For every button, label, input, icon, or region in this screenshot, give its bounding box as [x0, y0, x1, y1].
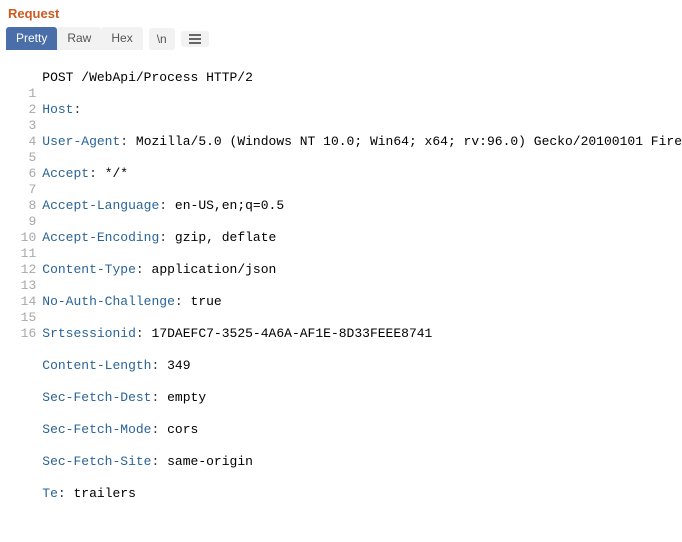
- header-key: Srtsessionid: [42, 326, 136, 341]
- header-value: gzip, deflate: [175, 230, 276, 245]
- header-key: Accept-Language: [42, 198, 159, 213]
- header-value: 349: [167, 358, 190, 373]
- hamburger-icon[interactable]: [181, 31, 209, 47]
- header-value: cors: [167, 422, 198, 437]
- header-value: true: [191, 294, 222, 309]
- code-content[interactable]: POST /WebApi/Process HTTP/2 Host: User-A…: [42, 54, 682, 542]
- header-key: Sec-Fetch-Dest: [42, 390, 151, 405]
- header-key: Sec-Fetch-Site: [42, 454, 151, 469]
- tab-group: Pretty Raw Hex: [6, 27, 143, 50]
- header-key: Host: [42, 102, 73, 117]
- header-value: empty: [167, 390, 206, 405]
- header-key: Content-Type: [42, 262, 136, 277]
- header-key: Accept-Encoding: [42, 230, 159, 245]
- header-value: en-US,en;q=0.5: [175, 198, 284, 213]
- header-key: Te: [42, 486, 58, 501]
- header-value: 17DAEFC7-3525-4A6A-AF1E-8D33FEEE8741: [152, 326, 433, 341]
- newline-toggle-button[interactable]: \n: [149, 28, 175, 50]
- header-value: application/json: [152, 262, 277, 277]
- header-value: Mozilla/5.0 (Windows NT 10.0; Win64; x64…: [136, 134, 682, 149]
- tab-raw[interactable]: Raw: [57, 27, 101, 50]
- header-key: Sec-Fetch-Mode: [42, 422, 151, 437]
- header-key: No-Auth-Challenge: [42, 294, 175, 309]
- header-key: User-Agent: [42, 134, 120, 149]
- view-toolbar: Pretty Raw Hex \n: [6, 27, 682, 52]
- header-key: Content-Length: [42, 358, 151, 373]
- tab-pretty[interactable]: Pretty: [6, 27, 57, 50]
- header-value: trailers: [74, 486, 136, 501]
- header-value: */*: [105, 166, 128, 181]
- tab-hex[interactable]: Hex: [101, 27, 142, 50]
- line-gutter: 12345678910111213141516: [6, 54, 42, 542]
- header-value: same-origin: [167, 454, 253, 469]
- panel-title: Request: [6, 4, 682, 27]
- code-block: 12345678910111213141516 POST /WebApi/Pro…: [6, 52, 682, 542]
- request-line: POST /WebApi/Process HTTP/2: [42, 70, 253, 85]
- header-key: Accept: [42, 166, 89, 181]
